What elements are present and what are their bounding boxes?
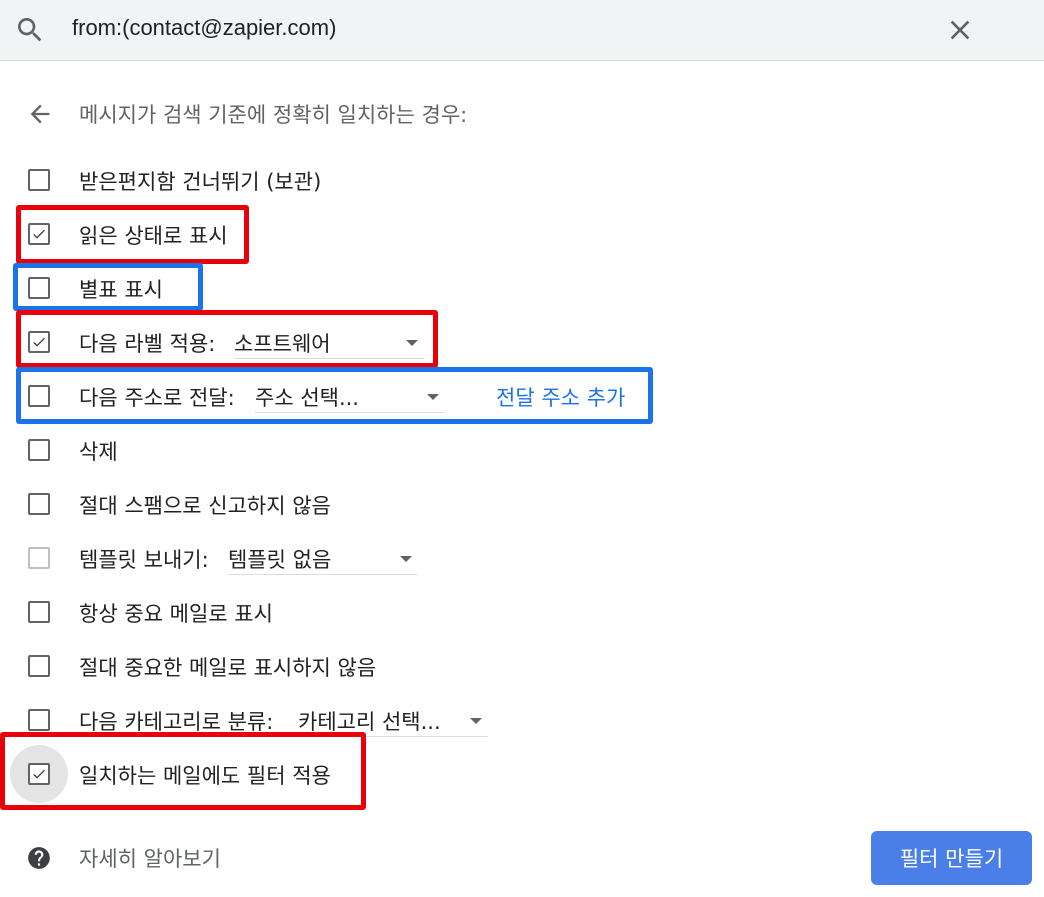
option-never-important: 절대 중요한 메일로 표시하지 않음 (0, 646, 900, 686)
option-forward: 다음 주소로 전달: 주소 선택... 전달 주소 추가 (0, 376, 900, 416)
label-select-value: 소프트웨어 (234, 332, 331, 356)
also-apply-label: 일치하는 메일에도 필터 적용 (79, 764, 331, 788)
option-send-template: 템플릿 보내기: 템플릿 없음 (0, 538, 900, 578)
never-important-checkbox[interactable] (28, 655, 50, 677)
option-also-apply: 일치하는 메일에도 필터 적용 (0, 754, 900, 794)
option-skip-inbox: 받은편지함 건너뛰기 (보관) (0, 160, 900, 200)
forward-address-value: 주소 선택... (255, 386, 359, 410)
criteria-heading: 메시지가 검색 기준에 정확히 일치하는 경우: (79, 103, 468, 127)
back-arrow-icon[interactable] (26, 100, 54, 128)
skip-inbox-label: 받은편지함 건너뛰기 (보관) (79, 170, 322, 194)
option-categorize: 다음 카테고리로 분류: 카테고리 선택... (0, 700, 900, 740)
send-template-label: 템플릿 보내기: (79, 548, 209, 572)
category-select[interactable]: 카테고리 선택... (298, 706, 488, 737)
categorize-label: 다음 카테고리로 분류: (79, 710, 274, 734)
help-icon[interactable] (26, 845, 52, 871)
option-always-important: 항상 중요 메일로 표시 (0, 592, 900, 632)
dropdown-arrow-icon (400, 556, 412, 562)
dropdown-arrow-icon (427, 394, 439, 400)
always-important-checkbox[interactable] (28, 601, 50, 623)
forward-label: 다음 주소로 전달: (79, 386, 235, 410)
add-forward-address-link[interactable]: 전달 주소 추가 (496, 382, 625, 412)
checkmark-icon (33, 337, 45, 347)
option-mark-read: 읽은 상태로 표시 (0, 214, 900, 254)
always-important-label: 항상 중요 메일로 표시 (79, 602, 273, 626)
never-spam-checkbox[interactable] (28, 493, 50, 515)
forward-checkbox[interactable] (28, 385, 50, 407)
apply-label-label: 다음 라벨 적용: (79, 332, 216, 356)
apply-label-checkbox[interactable] (28, 331, 50, 353)
template-select-value: 템플릿 없음 (228, 548, 332, 572)
option-delete: 삭제 (0, 430, 900, 470)
checkmark-icon (33, 769, 45, 779)
never-spam-label: 절대 스팸으로 신고하지 않음 (79, 494, 331, 518)
star-checkbox[interactable] (28, 277, 50, 299)
also-apply-checkbox[interactable] (28, 763, 50, 785)
mark-read-label: 읽은 상태로 표시 (79, 224, 228, 248)
option-apply-label: 다음 라벨 적용: 소프트웨어 (0, 322, 900, 362)
mark-read-checkbox[interactable] (28, 223, 50, 245)
checkmark-icon (33, 229, 45, 239)
option-never-spam: 절대 스팸으로 신고하지 않음 (0, 484, 900, 524)
forward-address-select[interactable]: 주소 선택... (255, 382, 445, 413)
send-template-checkbox[interactable] (28, 547, 50, 569)
option-star: 별표 표시 (0, 268, 900, 308)
learn-more-link[interactable]: 자세히 알아보기 (79, 843, 221, 873)
delete-label: 삭제 (79, 440, 118, 464)
search-bar: from:(contact@zapier.com) (0, 0, 1044, 61)
skip-inbox-checkbox[interactable] (28, 169, 50, 191)
search-icon[interactable] (14, 14, 46, 46)
delete-checkbox[interactable] (28, 439, 50, 461)
star-label: 별표 표시 (79, 278, 163, 302)
close-icon[interactable] (944, 14, 976, 46)
template-select[interactable]: 템플릿 없음 (228, 544, 418, 575)
create-filter-button[interactable]: 필터 만들기 (871, 831, 1032, 885)
category-select-value: 카테고리 선택... (298, 710, 441, 734)
dropdown-arrow-icon (470, 718, 482, 724)
label-select[interactable]: 소프트웨어 (234, 328, 424, 359)
dropdown-arrow-icon (406, 340, 418, 346)
never-important-label: 절대 중요한 메일로 표시하지 않음 (79, 656, 377, 680)
categorize-checkbox[interactable] (28, 709, 50, 731)
search-input[interactable]: from:(contact@zapier.com) (72, 15, 336, 41)
